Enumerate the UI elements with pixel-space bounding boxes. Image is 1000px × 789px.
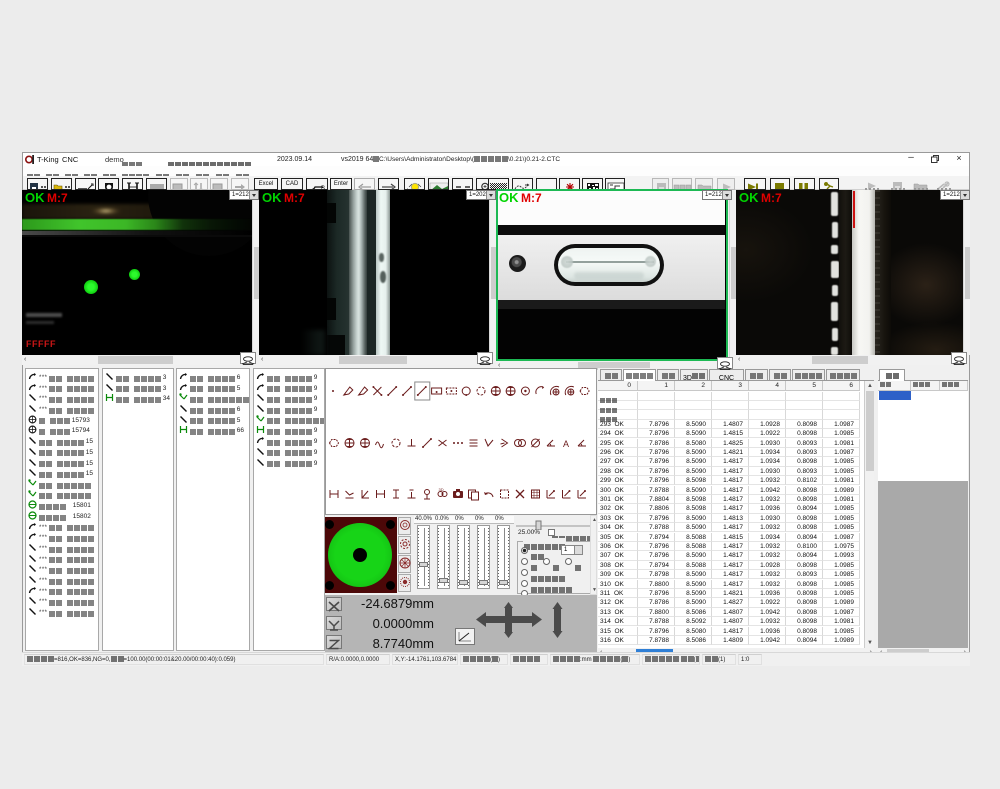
- svg-text:3D: 3D: [439, 487, 444, 492]
- svg-text:A: A: [563, 439, 569, 449]
